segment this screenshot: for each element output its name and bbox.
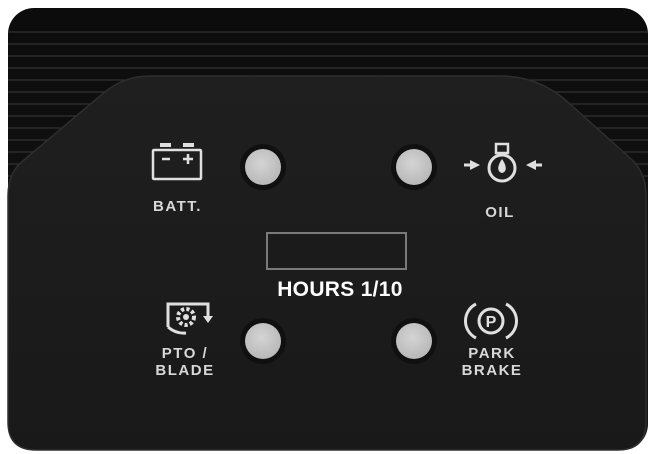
battery-label: BATT. xyxy=(153,198,202,215)
pto-indicator-lamp xyxy=(245,323,281,359)
park-brake-label: PARK BRAKE xyxy=(461,345,523,379)
hour-meter-label: HOURS 1/10 xyxy=(277,278,403,301)
panel-graphic: P xyxy=(7,8,648,451)
oil-indicator-lamp xyxy=(396,149,432,185)
svg-text:P: P xyxy=(486,314,497,331)
pto-blade-label: PTO / BLADE xyxy=(155,345,215,379)
oil-label: OIL xyxy=(485,204,515,221)
hour-meter-window xyxy=(266,232,407,270)
dashboard-panel: P BATT. OIL PTO / BLADE PARK BRAKE HOURS… xyxy=(0,0,654,454)
battery-indicator-lamp xyxy=(245,149,281,185)
park-brake-indicator-lamp xyxy=(396,323,432,359)
